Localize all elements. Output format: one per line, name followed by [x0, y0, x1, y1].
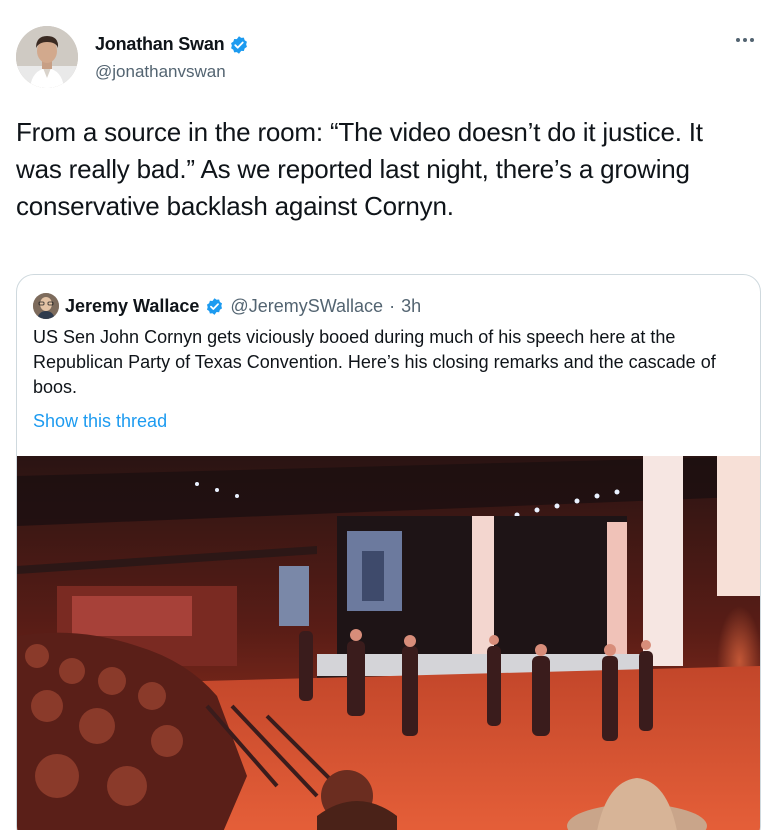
verified-badge-icon: [231, 35, 248, 54]
quoted-author-name[interactable]: Jeremy Wallace: [65, 296, 199, 317]
author-name[interactable]: Jonathan Swan: [95, 34, 225, 55]
separator-dot: ·: [389, 295, 396, 316]
quoted-author-handle[interactable]: @JeremySWallace: [230, 296, 383, 317]
quoted-author-avatar[interactable]: [33, 293, 59, 319]
author-name-row: Jonathan Swan: [95, 34, 249, 55]
tweet: Jonathan Swan @jonathanvswan From a sour…: [0, 0, 768, 830]
author-avatar[interactable]: [16, 26, 78, 88]
tweet-text: From a source in the room: “The video do…: [16, 117, 703, 221]
quoted-tweet[interactable]: Jeremy Wallace @JeremySWallace · 3h US S…: [16, 274, 761, 830]
show-thread-link[interactable]: Show this thread: [33, 411, 167, 432]
quoted-tweet-video[interactable]: [17, 456, 760, 830]
quoted-tweet-text: US Sen John Cornyn gets viciously booed …: [33, 327, 716, 397]
quoted-tweet-header: Jeremy Wallace @JeremySWallace · 3h: [33, 293, 421, 319]
ellipsis-icon[interactable]: [736, 38, 758, 46]
quoted-tweet-time[interactable]: 3h: [401, 296, 421, 317]
author-handle[interactable]: @jonathanvswan: [95, 62, 226, 82]
verified-badge-icon: [207, 297, 223, 315]
